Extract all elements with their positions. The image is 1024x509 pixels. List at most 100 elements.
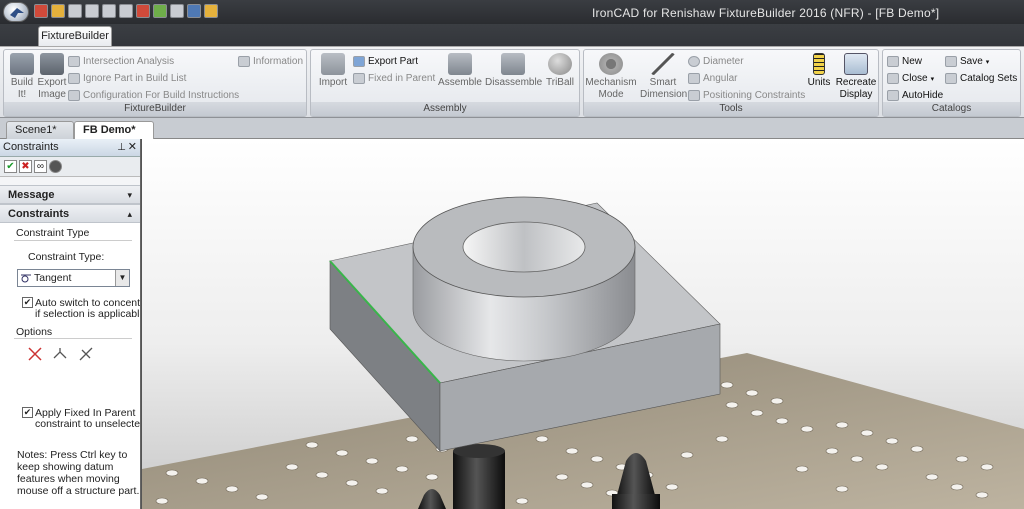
group-catalogs: New Save ▾ Close ▾ Catalog Sets AutoHide… (882, 49, 1021, 117)
group-label: Catalogs (883, 102, 1020, 116)
record-icon[interactable] (49, 160, 62, 173)
group-label: Tools (584, 102, 878, 116)
apply-check-icon[interactable]: ✔ (4, 160, 17, 173)
view-icon[interactable] (187, 4, 201, 18)
ruler-icon (813, 53, 825, 75)
fixed-in-parent-button[interactable]: Fixed in Parent (353, 71, 435, 86)
expand-arrow-icon: ▴ (127, 209, 132, 219)
constraints-section-header[interactable]: Constraints ▴ (0, 204, 140, 223)
3d-viewport[interactable] (142, 139, 1024, 509)
constraint-type-label: Constraint Type: (28, 251, 105, 263)
group-label: FixtureBuilder (4, 102, 306, 116)
disassemble-button[interactable]: Disassemble (485, 53, 542, 89)
constraint-type-select[interactable]: Tangent ▼ (17, 269, 130, 287)
apply-fixed-checkbox[interactable]: ✔ (22, 407, 33, 418)
close-doc-icon[interactable] (34, 4, 48, 18)
title-bar: IronCAD for Renishaw FixtureBuilder 2016… (0, 0, 1024, 24)
notes-line-1: Notes: Press Ctrl key to (17, 449, 128, 461)
option-orient-icon[interactable] (78, 346, 94, 362)
auto-switch-checkbox[interactable]: ✔ (22, 297, 33, 308)
save-catalog-button[interactable]: Save ▾ (945, 54, 989, 69)
pin-icon[interactable]: ⊥ (117, 139, 126, 156)
message-section-header[interactable]: Message ▾ (0, 185, 140, 204)
angular-button[interactable]: Angular (688, 71, 737, 86)
dimension-icon (651, 53, 675, 75)
new-icon (887, 56, 899, 67)
document-tab-strip: Scene1* FB Demo* ✕ (0, 118, 1024, 153)
diameter-button[interactable]: Diameter (688, 54, 744, 69)
assemble-button[interactable]: Assemble (437, 53, 483, 89)
catalog-sets-button[interactable]: Catalog Sets (945, 71, 1017, 86)
tab-fb-demo[interactable]: FB Demo* ✕ (74, 121, 154, 153)
dropdown-arrow-icon[interactable]: ▼ (115, 270, 129, 286)
notes-line-2: keep showing datum (17, 461, 114, 473)
ignore-part-button[interactable]: Ignore Part in Build List (68, 71, 186, 86)
import-icon (321, 53, 345, 75)
export-part-icon (353, 56, 365, 67)
catalog-icon[interactable] (204, 4, 218, 18)
positioning-icon (688, 90, 700, 101)
quick-access-toolbar (34, 4, 218, 18)
dropdown-arrow-icon: ▾ (985, 58, 990, 66)
save-icon[interactable] (68, 4, 82, 18)
glasses-icon[interactable]: ∞ (34, 160, 47, 173)
information-button[interactable]: Information (238, 54, 303, 69)
render-icon[interactable] (153, 4, 167, 18)
apply-fixed-label-2: constraint to unselected (35, 418, 141, 430)
constraint-type-group-label: Constraint Type (16, 227, 90, 239)
smart-dimension-button[interactable]: Smart Dimension (640, 53, 687, 101)
cancel-x-icon[interactable]: ✖ (19, 160, 32, 173)
build-icon (10, 53, 34, 75)
group-assembly: Import Export Part Fixed in Parent Assem… (310, 49, 580, 117)
auto-switch-label-2: if selection is applicable (35, 308, 141, 320)
print-icon[interactable] (85, 4, 99, 18)
option-flip-icon[interactable] (27, 346, 43, 362)
panel-toolbar: ✔ ✖ ∞ (0, 157, 140, 177)
scene-canvas[interactable] (142, 139, 1024, 509)
application-menu-button[interactable] (3, 2, 29, 22)
intersection-icon (68, 56, 80, 67)
group-tools: Mechanism Mode Smart Dimension Diameter … (583, 49, 879, 117)
divider (14, 338, 132, 339)
gear-icon (599, 53, 623, 75)
build-it-button[interactable]: Build It! (6, 53, 38, 101)
units-button[interactable]: Units (806, 53, 832, 89)
recreate-display-icon (844, 53, 868, 75)
configuration-button[interactable]: Configuration For Build Instructions (68, 88, 239, 103)
undo-icon[interactable] (102, 4, 116, 18)
export-part-button[interactable]: Export Part (353, 54, 418, 69)
autohide-button[interactable]: AutoHide (887, 88, 943, 103)
import-button[interactable]: Import (315, 53, 351, 89)
diameter-icon (688, 56, 700, 67)
collapse-arrow-icon: ▾ (127, 190, 132, 200)
window-title: IronCAD for Renishaw FixtureBuilder 2016… (592, 6, 940, 20)
new-catalog-button[interactable]: New (887, 54, 922, 69)
option-align-icon[interactable] (52, 346, 68, 362)
autohide-icon (887, 90, 899, 101)
open-folder-icon[interactable] (51, 4, 65, 18)
disassemble-icon (501, 53, 525, 75)
close-catalog-button[interactable]: Close ▾ (887, 71, 934, 86)
ring-part[interactable] (412, 196, 636, 362)
triball-icon (548, 53, 572, 75)
mechanism-mode-button[interactable]: Mechanism Mode (584, 53, 638, 101)
options-icon[interactable] (170, 4, 184, 18)
recreate-display-button[interactable]: Recreate Display (834, 53, 878, 101)
close-icon[interactable]: ✕ (128, 139, 137, 156)
tab-fixturebuilder[interactable]: FixtureBuilder (38, 26, 112, 46)
redo-icon[interactable] (119, 4, 133, 18)
tangent-icon (21, 274, 31, 283)
export-image-button[interactable]: Export Image (36, 53, 68, 101)
notes-line-3: features when moving (17, 473, 120, 485)
tool-icon[interactable] (136, 4, 150, 18)
triball-button[interactable]: TriBall (543, 53, 577, 89)
support-post[interactable] (453, 444, 505, 509)
constraints-panel: Constraints ⊥ ✕ ✔ ✖ ∞ Message ▾ Constrai… (0, 139, 141, 509)
tab-scene1[interactable]: Scene1* (6, 121, 74, 139)
information-icon (238, 56, 250, 67)
intersection-analysis-button[interactable]: Intersection Analysis (68, 54, 174, 69)
positioning-constraints-button[interactable]: Positioning Constraints (688, 88, 805, 103)
ribbon-tab-strip: FixtureBuilder (0, 24, 1024, 46)
configuration-icon (68, 90, 80, 101)
save-icon (945, 56, 957, 67)
